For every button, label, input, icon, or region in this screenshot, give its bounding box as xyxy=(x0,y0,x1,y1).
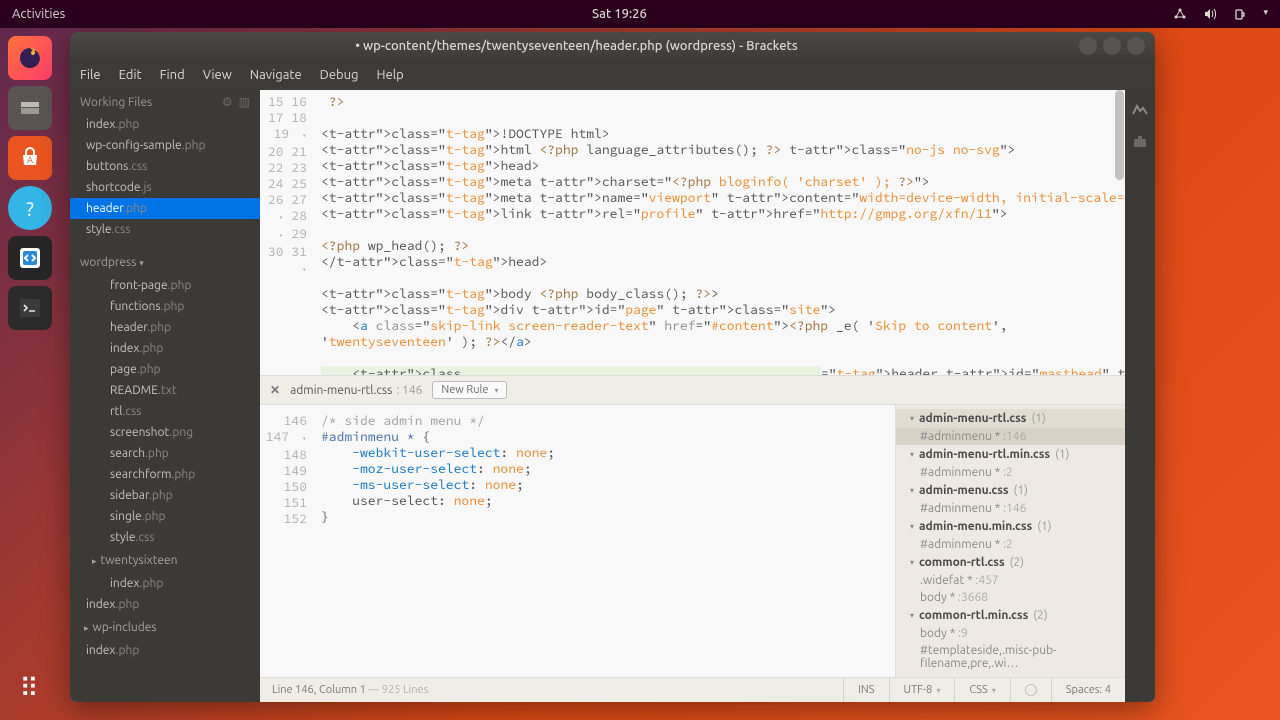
related-file[interactable]: ▾admin-menu.min.css (1) xyxy=(896,517,1125,536)
terminal-icon[interactable] xyxy=(8,286,52,330)
tree-folder[interactable]: ▸wp-includes xyxy=(70,615,260,640)
tree-file[interactable]: sidebar.php xyxy=(70,485,260,506)
tree-file[interactable]: rtl.css xyxy=(70,401,260,422)
related-rule[interactable]: #adminmenu * :146 xyxy=(896,500,1125,517)
working-file[interactable]: shortcode.js xyxy=(70,177,260,198)
related-file[interactable]: ▾common-rtl.min.css (2) xyxy=(896,606,1125,625)
chevron-down-icon[interactable]: ▾ xyxy=(1263,7,1268,22)
related-rule[interactable]: .widefat * :457 xyxy=(896,572,1125,589)
working-file[interactable]: wp-config-sample.php xyxy=(70,135,260,156)
tree-file[interactable]: index.php xyxy=(70,594,260,615)
code[interactable]: ?> <t-attr">class="t-tag">!DOCTYPE html>… xyxy=(315,90,1125,375)
main-editor[interactable]: 15 16 17 18 19 ▾ 20 21 22 23 24 25 26 27… xyxy=(260,90,1125,375)
tree-file[interactable]: page.php xyxy=(70,359,260,380)
tree-file[interactable]: single.php xyxy=(70,506,260,527)
menu-find[interactable]: Find xyxy=(160,68,185,82)
inline-filename: admin-menu-rtl.css xyxy=(290,384,392,397)
insert-mode[interactable]: INS xyxy=(843,678,888,702)
indent[interactable]: Spaces: 4 xyxy=(1051,678,1125,702)
svg-text:A: A xyxy=(27,155,33,165)
activities-button[interactable]: Activities xyxy=(12,7,65,21)
related-rule[interactable]: #templateside,.misc-pub-filename,pre,.wi… xyxy=(896,642,1125,672)
minimize-button[interactable] xyxy=(1079,37,1097,55)
tree-file[interactable]: functions.php xyxy=(70,296,260,317)
scrollbar[interactable] xyxy=(1114,90,1125,375)
window-titlebar[interactable]: • wp-content/themes/twentyseventeen/head… xyxy=(70,32,1155,60)
tree-file[interactable]: header.php xyxy=(70,317,260,338)
related-rules: ▾admin-menu-rtl.css (1)#adminmenu * :146… xyxy=(895,405,1125,677)
inline-editor-header: ✕ admin-menu-rtl.css : 146 New Rule▾ xyxy=(260,375,1125,405)
project-root[interactable]: wordpress ▾ xyxy=(70,250,260,275)
brackets-window: • wp-content/themes/twentyseventeen/head… xyxy=(70,32,1155,702)
working-file[interactable]: buttons.css xyxy=(70,156,260,177)
files-icon[interactable] xyxy=(8,86,52,130)
tree-file[interactable]: screenshot.png xyxy=(70,422,260,443)
sound-icon[interactable] xyxy=(1203,7,1217,22)
menu-file[interactable]: File xyxy=(80,68,101,82)
show-apps-icon[interactable]: ⠿ xyxy=(8,666,52,710)
tree-file[interactable]: index.php xyxy=(70,640,260,661)
power-icon[interactable] xyxy=(1233,7,1247,22)
related-file[interactable]: ▾admin-menu-rtl.css (1) xyxy=(896,409,1125,428)
menu-edit[interactable]: Edit xyxy=(119,68,142,82)
tree-file[interactable]: README.txt xyxy=(70,380,260,401)
right-toolbar xyxy=(1125,90,1155,702)
working-file[interactable]: index.php xyxy=(70,114,260,135)
gear-icon[interactable]: ⚙ xyxy=(222,95,233,109)
software-icon[interactable]: A xyxy=(8,136,52,180)
cursor-position: Line 146, Column 1 xyxy=(272,684,366,696)
inline-line: : 146 xyxy=(396,384,422,397)
menu-debug[interactable]: Debug xyxy=(320,68,359,82)
menu-view[interactable]: View xyxy=(203,68,232,82)
network-icon[interactable] xyxy=(1173,7,1187,22)
gutter: 146 147 ▾ 148 149 150 151 152 xyxy=(260,409,315,677)
new-rule-button[interactable]: New Rule▾ xyxy=(432,381,507,399)
clock[interactable]: Sat 19:26 xyxy=(65,7,1173,21)
working-file[interactable]: header.php xyxy=(70,198,260,219)
working-file[interactable]: style.css xyxy=(70,219,260,240)
tree-file[interactable]: search.php xyxy=(70,443,260,464)
close-button[interactable] xyxy=(1127,37,1145,55)
related-rule[interactable]: #adminmenu * :2 xyxy=(896,464,1125,481)
tree-file[interactable]: style.css xyxy=(70,527,260,548)
tree-file[interactable]: front-page.php xyxy=(70,275,260,296)
related-rule[interactable]: #adminmenu * :2 xyxy=(896,536,1125,553)
language[interactable]: CSS▾ xyxy=(954,678,1009,702)
tree-file[interactable]: index.php xyxy=(70,573,260,594)
tree-file[interactable]: searchform.php xyxy=(70,464,260,485)
gutter: 15 16 17 18 19 ▾ 20 21 22 23 24 25 26 27… xyxy=(260,90,315,375)
brackets-icon[interactable] xyxy=(8,236,52,280)
help-icon[interactable]: ? xyxy=(8,186,52,230)
tree-file[interactable]: index.php xyxy=(70,338,260,359)
extensions-icon[interactable] xyxy=(1132,134,1148,154)
encoding[interactable]: UTF-8▾ xyxy=(889,678,955,702)
line-count: — 925 Lines xyxy=(368,684,428,696)
split-icon[interactable]: ▥ xyxy=(239,95,250,109)
related-file[interactable]: ▾admin-menu.css (1) xyxy=(896,481,1125,500)
close-inline-icon[interactable]: ✕ xyxy=(270,383,280,397)
inline-editor[interactable]: 146 147 ▾ 148 149 150 151 152 /* side ad… xyxy=(260,405,895,677)
menu-help[interactable]: Help xyxy=(377,68,404,82)
working-files-header: Working Files ⚙ ▥ xyxy=(70,90,260,114)
linting-status[interactable] xyxy=(1010,678,1051,702)
live-preview-icon[interactable] xyxy=(1131,100,1149,122)
related-file[interactable]: ▾admin-menu-rtl.min.css (1) xyxy=(896,445,1125,464)
menubar: File Edit Find View Navigate Debug Help xyxy=(70,60,1155,90)
related-rule[interactable]: body * :9 xyxy=(896,625,1125,642)
sidebar: Working Files ⚙ ▥ index.phpwp-config-sam… xyxy=(70,90,260,702)
related-rule[interactable]: body * :3668 xyxy=(896,589,1125,606)
related-rule[interactable]: #adminmenu * :146 xyxy=(896,428,1125,445)
menu-navigate[interactable]: Navigate xyxy=(250,68,302,82)
firefox-icon[interactable] xyxy=(8,36,52,80)
tree-folder[interactable]: ▸twentysixteen xyxy=(70,548,260,573)
editor-area: 15 16 17 18 19 ▾ 20 21 22 23 24 25 26 27… xyxy=(260,90,1125,702)
ubuntu-dock: A ? ⠿ xyxy=(0,28,60,720)
related-file[interactable]: ▾common-rtl.css (2) xyxy=(896,553,1125,572)
window-title: • wp-content/themes/twentyseventeen/head… xyxy=(80,39,1073,53)
gnome-topbar: Activities Sat 19:26 ▾ xyxy=(0,0,1280,28)
maximize-button[interactable] xyxy=(1103,37,1121,55)
code[interactable]: /* side admin menu */ #adminmenu * { -we… xyxy=(315,409,895,677)
statusbar: Line 146, Column 1 — 925 Lines INS UTF-8… xyxy=(260,677,1125,702)
